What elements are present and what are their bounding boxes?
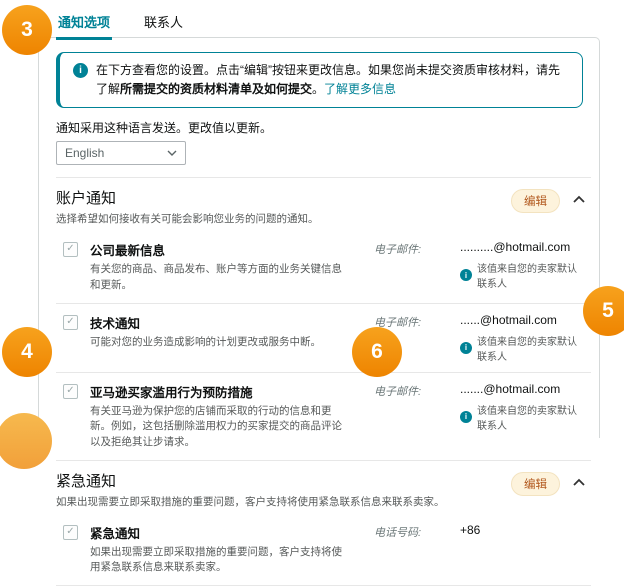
row-description: 有关亚马逊为保护您的店铺而采取的行动的信息和更新。例如，这包括删除滥用权力的买家… [90,404,346,451]
edit-urgent-notifications-button[interactable]: 编辑 [511,472,560,496]
row-description: 可能对您的业务造成影响的计划更改或服务中断。 [90,335,346,351]
checkbox-technical[interactable]: ✓ [63,315,78,330]
language-select-value: English [65,146,104,160]
email-value: .......@hotmail.com [460,382,560,399]
chevron-down-icon [167,150,177,156]
checkmark-icon: ✓ [66,526,74,537]
info-banner: i 在下方查看您的设置。点击“编辑”按钮来更改信息。如果您尚未提交资质审核材料，… [56,52,583,108]
row-description: 如果出现需要立即采取措施的重要问题，客户支持将使用紧急联系信息来联系卖家。 [90,545,346,577]
email-label: 电子邮件: [374,382,460,399]
email-value: ..........@hotmail.com [460,240,570,257]
language-label: 通知采用这种语言发送。更改值以更新。 [56,119,582,136]
row-description: 有关您的商品、商品发布、账户等方面的业务关键信息和更新。 [90,262,346,294]
section-subtitle: 选择希望如何接收有关可能会影响您业务的问题的通知。 [56,212,511,228]
checkmark-icon: ✓ [66,385,74,396]
section-urgent-notifications-header: 紧急通知 如果出现需要立即采取措施的重要问题，客户支持将使用紧急联系信息来联系卖… [39,461,599,514]
tab-bar: 通知选项 联系人 [56,12,185,40]
notification-row-abuse-prevention: ✓ 亚马逊买家滥用行为预防措施 有关亚马逊为保护您的店铺而采取的行动的信息和更新… [39,373,599,460]
notification-row-company-news: ✓ 公司最新信息 有关您的商品、商品发布、账户等方面的业务关键信息和更新。 电子… [39,231,599,303]
checkbox-urgent[interactable]: ✓ [63,525,78,540]
info-icon: i [460,411,472,423]
callout-badge-3: 3 [2,5,52,55]
info-icon: i [460,342,472,354]
email-label: 电子邮件: [374,313,460,330]
banner-text-after: 。 [312,82,324,96]
checkmark-icon: ✓ [66,316,74,327]
section-subtitle: 如果出现需要立即采取措施的重要问题，客户支持将使用紧急联系信息来联系卖家。 [56,495,511,511]
chevron-up-icon[interactable] [573,478,585,486]
section-title: 紧急通知 [56,470,511,491]
row-title: 紧急通知 [90,523,346,542]
default-contact-note: 该值来自您的卖家默认联系人 [477,333,585,363]
banner-text-bold: 所需提交的资质材料清单及如何提交 [120,82,312,96]
callout-badge-6: 6 [352,327,402,377]
row-title: 技术通知 [90,313,346,332]
notification-row-urgent: ✓ 紧急通知 如果出现需要立即采取措施的重要问题，客户支持将使用紧急联系信息来联… [39,514,599,586]
notification-settings-panel: i 在下方查看您的设置。点击“编辑”按钮来更改信息。如果您尚未提交资质审核材料，… [38,37,600,438]
edit-account-notifications-button[interactable]: 编辑 [511,189,560,213]
email-label: 电子邮件: [374,240,460,257]
callout-badge-4: 4 [2,327,52,377]
notification-row-technical: ✓ 技术通知 可能对您的业务造成影响的计划更改或服务中断。 电子邮件: ....… [39,304,599,372]
default-contact-note: 该值来自您的卖家默认联系人 [477,402,585,432]
checkbox-company-news[interactable]: ✓ [63,242,78,257]
section-title: 账户通知 [56,187,511,208]
tab-contacts[interactable]: 联系人 [142,12,185,40]
email-value: ......@hotmail.com [460,313,557,330]
row-title: 公司最新信息 [90,240,346,259]
info-icon: i [460,269,472,281]
section-account-notifications-header: 账户通知 选择希望如何接收有关可能会影响您业务的问题的通知。 编辑 [39,178,599,231]
checkmark-icon: ✓ [66,243,74,254]
chevron-up-icon[interactable] [573,195,585,203]
row-title: 亚马逊买家滥用行为预防措施 [90,382,346,401]
language-select[interactable]: English [56,141,186,165]
learn-more-link[interactable]: 了解更多信息 [324,82,396,96]
phone-value: +86 [460,523,480,540]
tab-notification-options[interactable]: 通知选项 [56,12,112,40]
info-icon: i [73,63,88,78]
phone-label: 电话号码: [374,523,460,540]
default-contact-note: 该值来自您的卖家默认联系人 [477,260,585,290]
checkbox-abuse-prevention[interactable]: ✓ [63,384,78,399]
